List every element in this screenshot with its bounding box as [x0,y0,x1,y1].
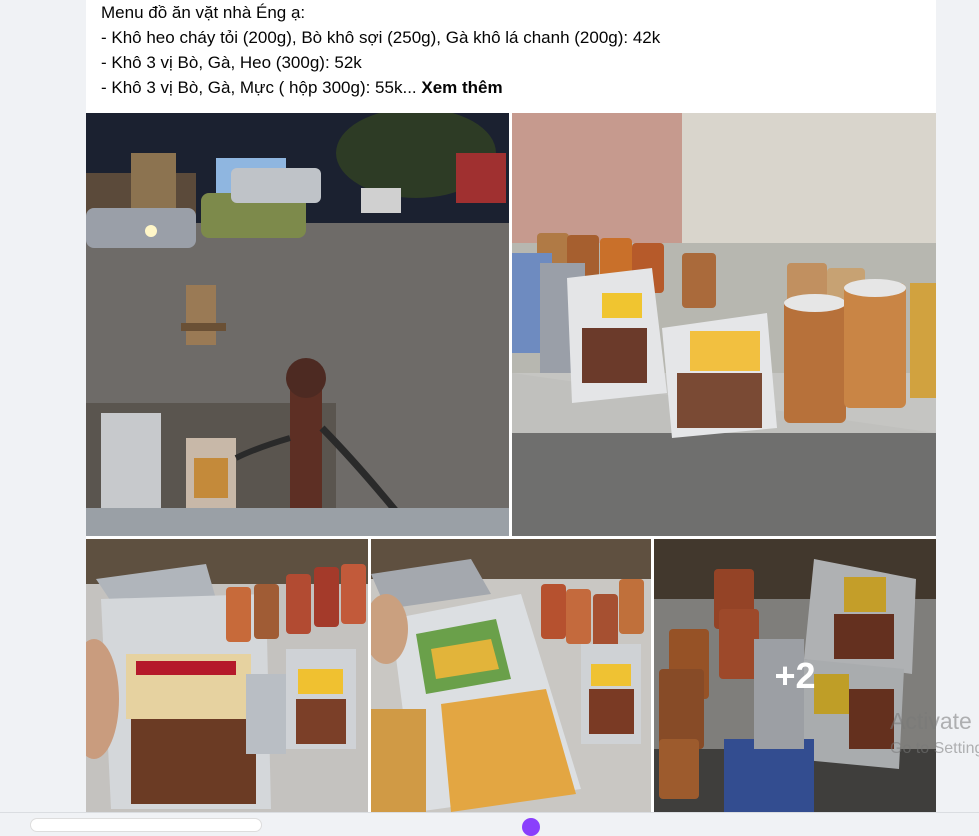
lemon-chicken-image [371,539,651,812]
post-line-text: - Khô 3 vị Bò, Gà, Mực ( hộp 300g): 55k.… [101,78,417,97]
post-line: - Khô 3 vị Bò, Gà, Heo (300g): 52k [101,53,362,72]
avatar[interactable] [522,818,540,836]
pork-jerky-image [86,539,368,812]
post-line: Menu đồ ăn vặt nhà Éng ạ: [101,3,306,22]
comment-input[interactable] [30,818,262,832]
more-photos-overlay[interactable]: +2 [654,539,936,812]
photo-jars-packs[interactable]: +2 [654,539,936,812]
activate-watermark-subtitle: Go to Settings [890,740,979,757]
see-more-link[interactable]: Xem thêm [421,78,502,97]
post-text: Menu đồ ăn vặt nhà Éng ạ: - Khô heo cháy… [101,0,921,100]
photo-snack-jars[interactable] [512,113,936,536]
post-line: - Khô heo cháy tỏi (200g), Bò khô sợi (2… [101,28,661,47]
photo-street-night[interactable] [86,113,509,536]
post-line: - Khô 3 vị Bò, Gà, Mực ( hộp 300g): 55k.… [101,75,921,100]
activate-watermark-title: Activate [890,708,972,734]
photo-lemon-chicken[interactable] [371,539,651,812]
photo-pork-jerky[interactable] [86,539,368,812]
street-night-image [86,113,509,536]
snack-jars-image [512,113,936,536]
